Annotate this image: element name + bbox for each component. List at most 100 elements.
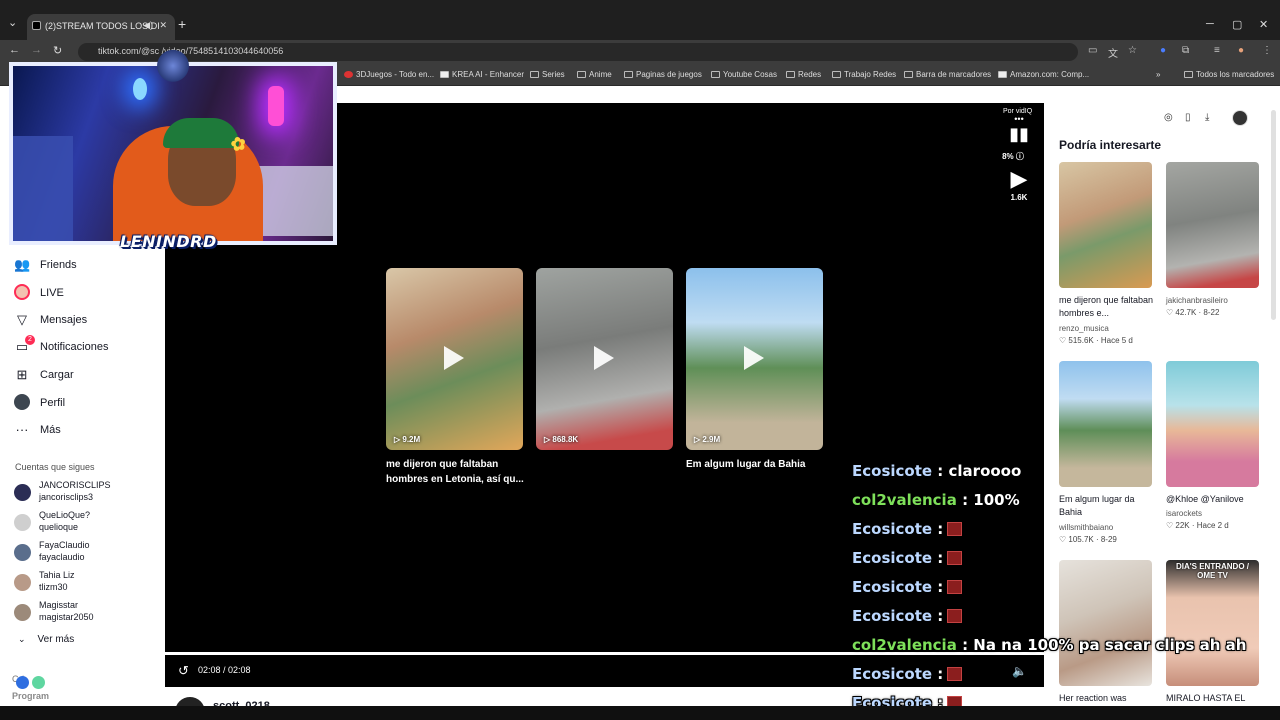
emote-icon xyxy=(947,522,963,536)
bookmarks-overflow-icon[interactable]: » xyxy=(1156,70,1160,79)
recommended-thumbnail[interactable] xyxy=(1166,162,1259,288)
minimize-icon[interactable]: ─ xyxy=(1206,18,1214,30)
window-close-icon[interactable]: ✕ xyxy=(1259,18,1268,31)
wolf-logo-icon xyxy=(156,46,190,82)
bookmark-folder[interactable]: Todos los marcadores xyxy=(1184,70,1274,79)
related-video-card[interactable]: ▷ 2.9M xyxy=(686,268,823,450)
avatar xyxy=(14,574,31,591)
more-icon: ··· xyxy=(15,422,29,437)
recommended-caption[interactable]: Em algum lugar da Bahia xyxy=(1059,493,1159,519)
compass-icon[interactable]: ◎ xyxy=(1164,112,1173,123)
tab-audio-icon[interactable]: ◀) xyxy=(143,20,153,31)
sidebar-item-profile[interactable]: Perfil xyxy=(14,394,65,414)
user-avatar[interactable] xyxy=(1232,110,1248,126)
address-bar[interactable]: tiktok.com/@sc /video/754851410304464005… xyxy=(78,43,1078,61)
live-icon xyxy=(14,284,30,300)
chat-message: Ecosicote : xyxy=(852,578,963,596)
play-icon xyxy=(744,346,764,370)
recommended-user[interactable]: willsmithbaiano xyxy=(1059,523,1113,532)
recommended-user[interactable]: isarockets xyxy=(1166,509,1202,518)
recommended-stats: ♡ 42.7K · 8-22 xyxy=(1166,308,1220,317)
avatar xyxy=(14,604,31,621)
see-more-button[interactable]: ⌄ Ver más xyxy=(18,634,74,645)
chat-message: col2valencia : 100% xyxy=(852,491,1020,509)
tab-close-icon[interactable]: ✕ xyxy=(159,20,167,31)
translate-icon[interactable]: 文 xyxy=(1108,45,1118,60)
vidiq-dots-icon[interactable]: ••• xyxy=(1004,114,1034,124)
emote-icon xyxy=(947,609,963,623)
device-icon[interactable]: ▯ xyxy=(1185,112,1191,123)
bookmark-item[interactable]: KREA AI - Enhancer xyxy=(440,70,524,79)
play-icon xyxy=(594,346,614,370)
recommended-thumbnail[interactable] xyxy=(1059,162,1152,288)
bookmark-item[interactable]: 3DJuegos - Todo en... xyxy=(344,70,434,79)
scrollbar[interactable] xyxy=(1271,110,1276,320)
sidebar-item-notifications[interactable]: ▭ 2 Notificaciones xyxy=(14,335,108,359)
recommended-stats: ♡ 105.7K · 8-29 xyxy=(1059,535,1117,544)
profile-avatar-icon[interactable]: ● xyxy=(1238,45,1244,56)
recommended-caption[interactable]: Her reaction was xyxy=(1059,692,1159,705)
new-tab-icon[interactable]: + xyxy=(178,16,186,32)
emote-icon xyxy=(947,667,963,681)
back-arrow-icon[interactable]: ← xyxy=(9,44,20,56)
related-video-card[interactable]: ▷ 868.8K xyxy=(536,268,673,450)
reload-icon[interactable]: ↻ xyxy=(53,44,62,57)
sidebar-item-friends[interactable]: 👥 Friends xyxy=(14,257,77,277)
cast-icon[interactable]: ▭ xyxy=(1088,45,1097,56)
chat-message: Ecosicote : xyxy=(852,665,963,683)
recommended-thumbnail[interactable] xyxy=(1059,361,1152,487)
sidebar-item-more[interactable]: ··· Más xyxy=(14,422,61,442)
recommended-caption[interactable]: @Khloe @Yanilove xyxy=(1166,493,1266,506)
gaming-chair xyxy=(13,136,73,241)
following-header: Cuentas que sigues xyxy=(15,462,95,472)
play-count: 1.6K xyxy=(1010,193,1028,202)
download-icon[interactable]: ⤓ xyxy=(1205,112,1209,123)
avatar xyxy=(14,484,31,501)
maximize-icon[interactable]: ▢ xyxy=(1232,18,1242,31)
recommended-caption[interactable]: me dijeron que faltaban hombres e... xyxy=(1059,294,1159,320)
sidebar-item-live[interactable]: LIVE xyxy=(14,284,64,304)
recommended-stats: ♡ 22K · Hace 2 d xyxy=(1166,521,1229,530)
recommended-user[interactable]: jakichanbrasileiro xyxy=(1166,296,1228,305)
bed xyxy=(253,166,333,236)
sidebar-item-upload[interactable]: ⊞ Cargar xyxy=(14,367,74,387)
tab-search-chevron-icon[interactable]: ⌄ xyxy=(8,16,17,29)
vidiq-chart-icon[interactable]: ▮▮ xyxy=(1004,124,1034,145)
messages-icon: ▽ xyxy=(17,312,27,327)
replay-icon[interactable]: ↺ xyxy=(178,663,189,679)
bookmark-folder[interactable]: Anime xyxy=(577,70,612,79)
play-count-icon[interactable]: ▶ xyxy=(1004,166,1034,192)
extensions-puzzle-icon[interactable]: ⧉ xyxy=(1182,45,1189,56)
chat-message: Ecosicote : xyxy=(852,520,963,538)
recommended-caption[interactable]: MIRALO HASTA EL xyxy=(1166,692,1266,705)
reading-list-icon[interactable]: ≡ xyxy=(1214,45,1220,56)
browser-tab-active[interactable]: (2)STREAM TODOS LOS DI ◀) ✕ xyxy=(27,14,175,40)
chat-message: Ecosicote : claroooo xyxy=(852,462,1022,480)
recommended-thumbnail[interactable]: DIA'S ENTRANDO / OME TV xyxy=(1166,560,1259,686)
profile-icon xyxy=(14,394,30,410)
recommended-thumbnail[interactable] xyxy=(1166,361,1259,487)
recommended-thumbnail[interactable] xyxy=(1059,560,1152,686)
play-icon xyxy=(444,346,464,370)
bookmark-folder[interactable]: Series xyxy=(530,70,565,79)
forward-arrow-icon[interactable]: → xyxy=(31,44,42,56)
related-video-card[interactable]: ▷ 9.2M xyxy=(386,268,523,450)
recommended-stats: ♡ 515.6K · Hace 5 d xyxy=(1059,336,1133,345)
avatar xyxy=(14,514,31,531)
browser-tab-strip xyxy=(0,0,1280,40)
bookmark-folder[interactable]: Paginas de juegos xyxy=(624,70,702,79)
volume-icon[interactable]: 🔈 xyxy=(1012,664,1027,678)
bookmark-star-icon[interactable]: ☆ xyxy=(1128,45,1137,56)
vidiq-percent: 8% ⓘ xyxy=(1002,152,1024,161)
extension-blue-icon[interactable]: ● xyxy=(1160,45,1166,56)
browser-menu-icon[interactable]: ⋮ xyxy=(1262,45,1272,56)
recommended-user[interactable]: renzo_musica xyxy=(1059,324,1109,333)
related-video-caption[interactable]: Em algum lugar da Bahia xyxy=(686,457,826,472)
sidebar-item-messages[interactable]: ▽ Mensajes xyxy=(14,312,87,332)
bookmark-folder[interactable]: Youtube Cosas xyxy=(711,70,777,79)
related-video-caption[interactable]: me dijeron que faltaban hombres en Leton… xyxy=(386,457,526,487)
bookmark-item[interactable]: Amazon.com: Comp... xyxy=(998,70,1089,79)
bookmark-folder[interactable]: Trabajo Redes xyxy=(832,70,896,79)
bookmark-folder[interactable]: Barra de marcadores xyxy=(904,70,991,79)
bookmark-folder[interactable]: Redes xyxy=(786,70,821,79)
